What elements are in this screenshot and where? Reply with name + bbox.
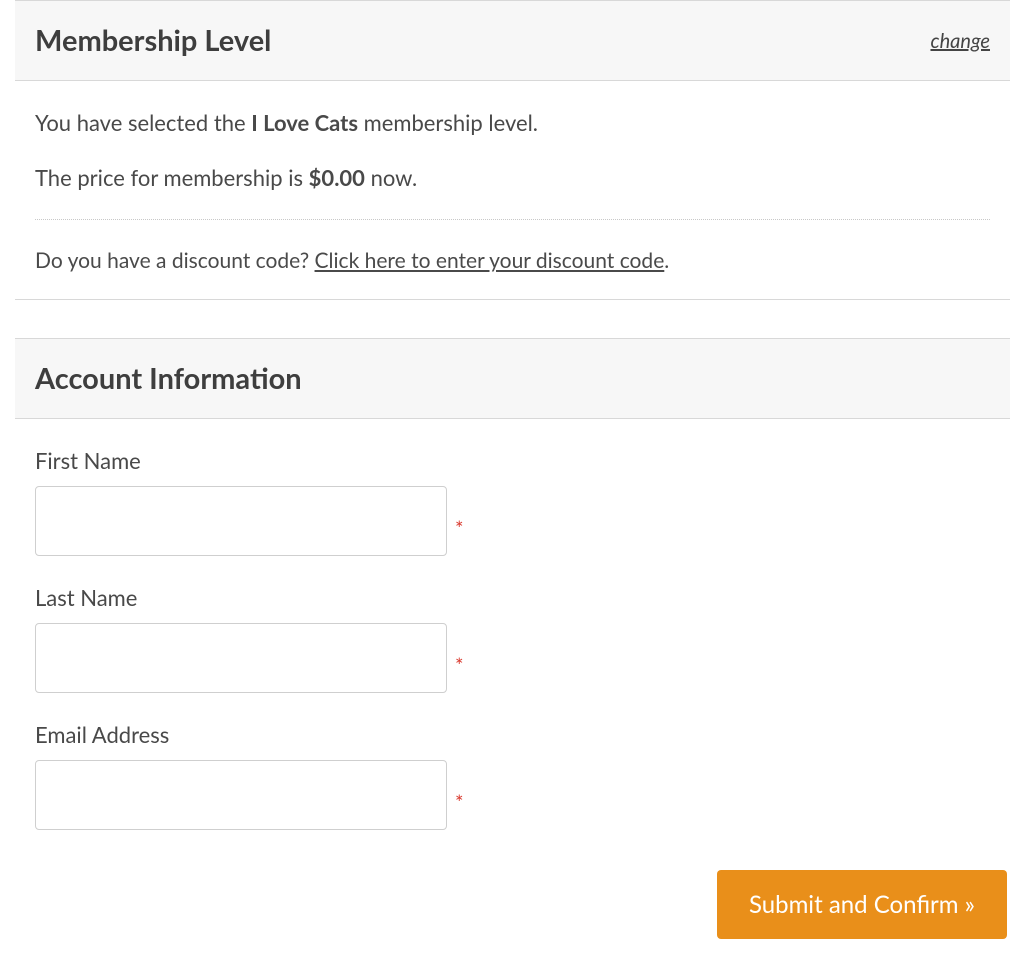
- section-gap: [0, 300, 1025, 338]
- selected-prefix: You have selected the: [35, 109, 251, 136]
- membership-level-section: Membership Level change You have selecte…: [15, 0, 1010, 300]
- selected-level-name: I Love Cats: [251, 109, 358, 136]
- required-indicator: *: [455, 517, 464, 541]
- discount-question: Do you have a discount code?: [35, 248, 315, 273]
- first-name-label: First Name: [35, 447, 990, 474]
- last-name-row: *: [35, 623, 990, 693]
- discount-code-link[interactable]: Click here to enter your discount code: [315, 248, 665, 273]
- account-information-title: Account Information: [35, 361, 302, 396]
- membership-level-header: Membership Level change: [15, 1, 1010, 81]
- selected-level-text: You have selected the I Love Cats member…: [35, 109, 990, 136]
- account-information-body: First Name * Last Name * Email Address *: [15, 419, 1010, 860]
- price-prefix: The price for membership is: [35, 164, 309, 191]
- price-value: $0.00: [309, 164, 365, 191]
- price-suffix: now.: [365, 164, 417, 191]
- selected-suffix: membership level.: [358, 109, 538, 136]
- change-level-link[interactable]: change: [930, 29, 990, 53]
- account-information-section: Account Information First Name * Last Na…: [15, 338, 1010, 860]
- submit-confirm-button[interactable]: Submit and Confirm »: [717, 870, 1007, 939]
- submit-row: Submit and Confirm »: [0, 870, 1025, 961]
- required-indicator: *: [455, 654, 464, 678]
- first-name-input[interactable]: [35, 486, 447, 556]
- email-label: Email Address: [35, 721, 990, 748]
- email-input[interactable]: [35, 760, 447, 830]
- email-row: *: [35, 760, 990, 830]
- last-name-input[interactable]: [35, 623, 447, 693]
- dotted-divider: [35, 219, 990, 220]
- price-text: The price for membership is $0.00 now.: [35, 164, 990, 191]
- last-name-label: Last Name: [35, 584, 990, 611]
- membership-level-title: Membership Level: [35, 23, 271, 58]
- discount-code-line: Do you have a discount code? Click here …: [35, 248, 990, 273]
- required-indicator: *: [455, 791, 464, 815]
- last-name-group: Last Name *: [35, 584, 990, 693]
- account-information-header: Account Information: [15, 339, 1010, 419]
- membership-level-body: You have selected the I Love Cats member…: [15, 81, 1010, 299]
- first-name-group: First Name *: [35, 447, 990, 556]
- first-name-row: *: [35, 486, 990, 556]
- email-group: Email Address *: [35, 721, 990, 830]
- discount-period: .: [664, 248, 669, 273]
